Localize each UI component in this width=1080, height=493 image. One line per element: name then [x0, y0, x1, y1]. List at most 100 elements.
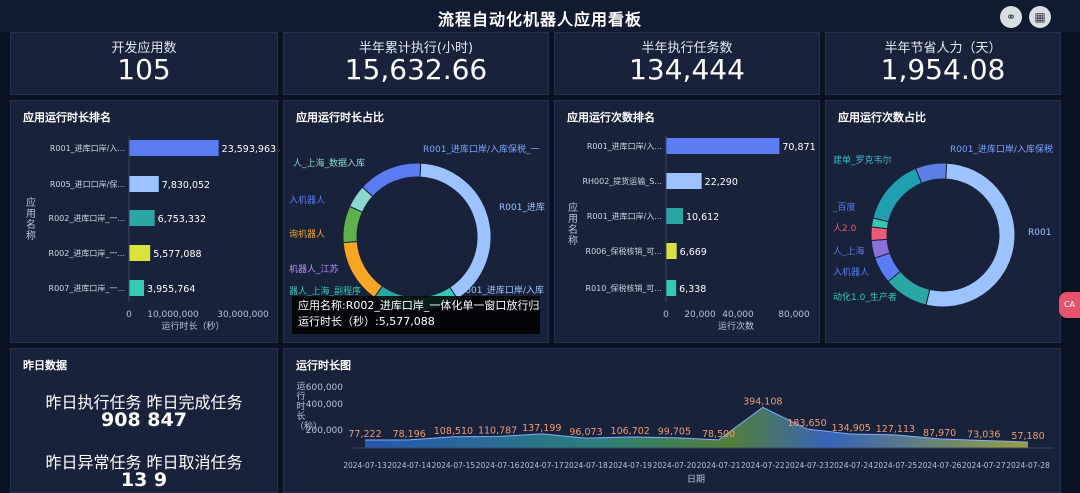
- kpi-value: 105: [117, 53, 171, 86]
- kpi-value: 1,954.08: [880, 53, 1006, 86]
- data-label: 57,180: [1011, 431, 1044, 442]
- x-tick-label: 2024-07-21: [697, 461, 741, 470]
- data-label: 96,073: [569, 427, 602, 438]
- x-tick-label: 2024-07-17: [520, 461, 564, 470]
- category-label: R002_进库口岸_一...: [49, 248, 125, 258]
- x-tick-label: 80,000: [778, 310, 810, 320]
- slice-label: 入机器人: [289, 194, 325, 206]
- pie-slice: [872, 167, 923, 223]
- data-label: 106,702: [611, 426, 650, 437]
- x-tick-label: 2024-07-22: [741, 461, 785, 470]
- slice-label: R001_进库口岸/入库保税_一: [423, 143, 539, 155]
- data-label: 7,830,052: [162, 180, 210, 191]
- kpi-card-hours: 半年累计执行(小时) 15,632.66: [283, 32, 549, 95]
- data-label: 78,500: [702, 429, 735, 440]
- count-rank-chart: R001_进库口岸/入... 70,871 RH002_提货运输_S... 22,29…: [582, 136, 816, 332]
- category-label: R005_进口口岸/保...: [50, 179, 125, 189]
- slice-label: 人_上海_数据入库: [293, 157, 365, 169]
- data-label: 137,199: [522, 423, 561, 434]
- data-label: 183,650: [787, 418, 826, 429]
- data-label: 394,108: [743, 396, 782, 407]
- yesterday-value-row2: 13 9: [120, 469, 168, 491]
- slice-label: 动化1.0_生产者: [833, 291, 897, 303]
- slice-label: 机器人_江苏: [289, 263, 339, 275]
- x-axis-title: 日期: [687, 474, 705, 485]
- x-tick-label: 2024-07-14: [387, 461, 431, 470]
- data-label: 6,338: [679, 284, 706, 295]
- bar: [129, 210, 155, 226]
- y-tick-label: 200,000: [306, 426, 343, 436]
- slice-label: R001_进库口岸/入库: [459, 284, 544, 296]
- slice-label: 人2.0: [833, 223, 857, 234]
- x-axis-title: 运行次数: [718, 320, 754, 332]
- category-label: R010_保税核销_可...: [586, 283, 662, 293]
- data-label: 108,510: [434, 426, 473, 437]
- category-label: R007_进库口岸_一...: [49, 283, 125, 293]
- panel-title: 昨日数据: [23, 359, 67, 372]
- page-title: 流程自动化机器人应用看板: [437, 10, 642, 29]
- bar: [666, 243, 677, 259]
- data-label: 22,290: [705, 177, 738, 188]
- bar: [129, 176, 159, 192]
- grid-icon[interactable]: ▦: [1029, 6, 1051, 28]
- data-label: 110,787: [478, 426, 517, 437]
- kpi-value: 134,444: [629, 53, 745, 86]
- data-label: 127,113: [876, 424, 915, 435]
- x-tick-label: 10,000,000: [147, 310, 199, 320]
- category-label: R001_进库口岸/入...: [587, 141, 662, 151]
- pie-slice: [925, 162, 1016, 308]
- bar: [129, 280, 145, 296]
- x-tick-label: 2024-07-15: [432, 461, 476, 470]
- pie-slice: [870, 226, 888, 241]
- data-label: 10,612: [686, 212, 719, 223]
- kpi-value: 15,632.66: [344, 53, 488, 86]
- slice-label: 询机器人: [289, 228, 325, 240]
- data-label: 134,905: [832, 423, 871, 434]
- x-tick-label: 40,000: [722, 310, 754, 320]
- x-tick-label: 2024-07-18: [564, 461, 608, 470]
- data-label: 73,036: [967, 429, 1000, 440]
- kpi-card-manpower: 半年节省人力（天） 1,954.08: [825, 32, 1061, 95]
- bar: [666, 208, 683, 224]
- trend-chart: 600,000 400,000 200,000 77,222 2024-07-13…: [306, 383, 1053, 485]
- x-tick-label: 30,000,000: [217, 310, 269, 320]
- x-tick-label: 2024-07-25: [874, 461, 918, 470]
- x-tick-label: 2024-07-24: [829, 461, 873, 470]
- data-label: 6,669: [680, 247, 707, 258]
- x-tick-label: 0: [663, 310, 669, 320]
- x-tick-label: 2024-07-26: [918, 461, 962, 470]
- chart-tooltip: 应用名称:R002_进库口岸_一体化单一窗口放行归档 运行时长（秒）:5,577…: [292, 296, 540, 334]
- x-tick-label: 2024-07-28: [1006, 461, 1050, 470]
- slice-label: R001: [1028, 228, 1051, 238]
- kpi-card-tasks: 半年执行任务数 134,444: [554, 32, 820, 95]
- x-tick-label: 2024-07-23: [785, 461, 829, 470]
- bar: [666, 280, 677, 296]
- data-label: 3,955,764: [147, 284, 195, 295]
- slice-label: _百度: [832, 201, 856, 213]
- x-tick-label: 0: [126, 310, 132, 320]
- y-tick-label: 400,000: [306, 400, 343, 410]
- pie-slice: [914, 162, 948, 184]
- x-axis-title: 运行时长（秒）: [161, 320, 224, 332]
- data-label: 77,222: [348, 429, 381, 440]
- category-label: R006_保税核销_可...: [586, 246, 662, 256]
- bar: [129, 140, 219, 156]
- category-label: R002_进库口岸_一...: [49, 213, 125, 223]
- y-tick-label: 600,000: [306, 383, 343, 393]
- link-icon[interactable]: ⚭: [1000, 6, 1022, 28]
- pie-slice: [419, 162, 492, 300]
- runtime-rank-chart: R001_进库口岸/入... 23,593,963 R005_进口口岸/保... 7,…: [49, 136, 276, 332]
- category-label: R001_进库口岸/入...: [587, 211, 662, 221]
- data-label: 70,871: [782, 142, 815, 153]
- x-tick-label: 2024-07-19: [608, 461, 652, 470]
- side-tab-button[interactable]: CA: [1059, 292, 1080, 318]
- x-tick-label: 20,000: [684, 310, 716, 320]
- slice-label: 入机器人: [833, 266, 869, 278]
- x-tick-label: 2024-07-16: [476, 461, 520, 470]
- category-label: R001_进库口岸/入...: [50, 143, 125, 153]
- data-label: 99,705: [658, 427, 691, 438]
- data-label: 78,196: [393, 429, 426, 440]
- pie-slice: [361, 162, 422, 198]
- x-tick-label: 2024-07-27: [962, 461, 1006, 470]
- bar: [666, 173, 702, 189]
